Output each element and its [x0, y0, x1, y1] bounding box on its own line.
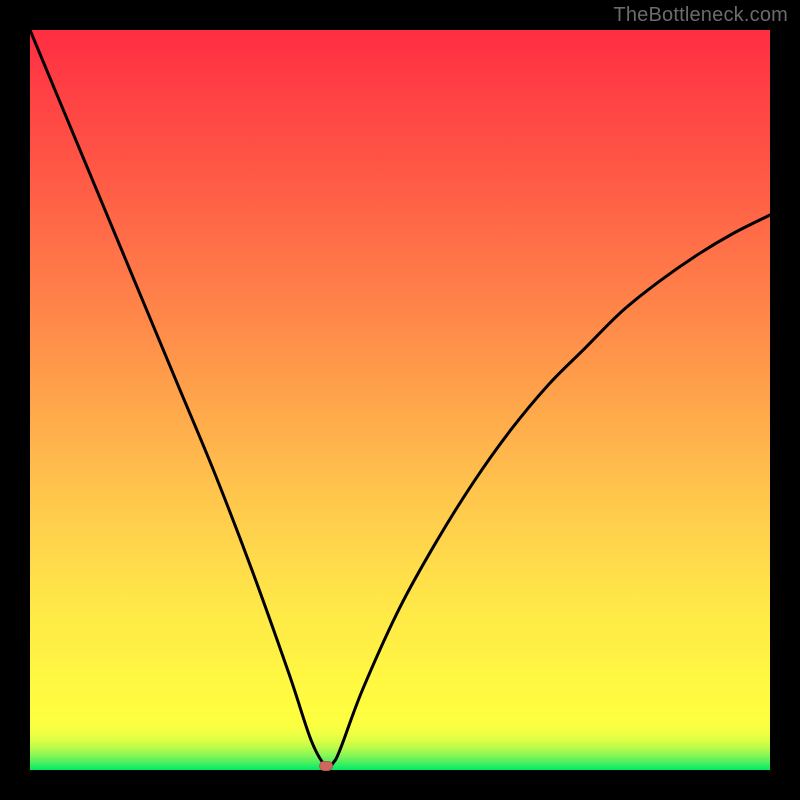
bottleneck-curve [30, 30, 770, 770]
curve-path [30, 30, 770, 768]
chart-frame: TheBottleneck.com [0, 0, 800, 800]
optimal-point-marker [319, 761, 333, 771]
plot-area [30, 30, 770, 770]
watermark-text: TheBottleneck.com [613, 4, 788, 27]
